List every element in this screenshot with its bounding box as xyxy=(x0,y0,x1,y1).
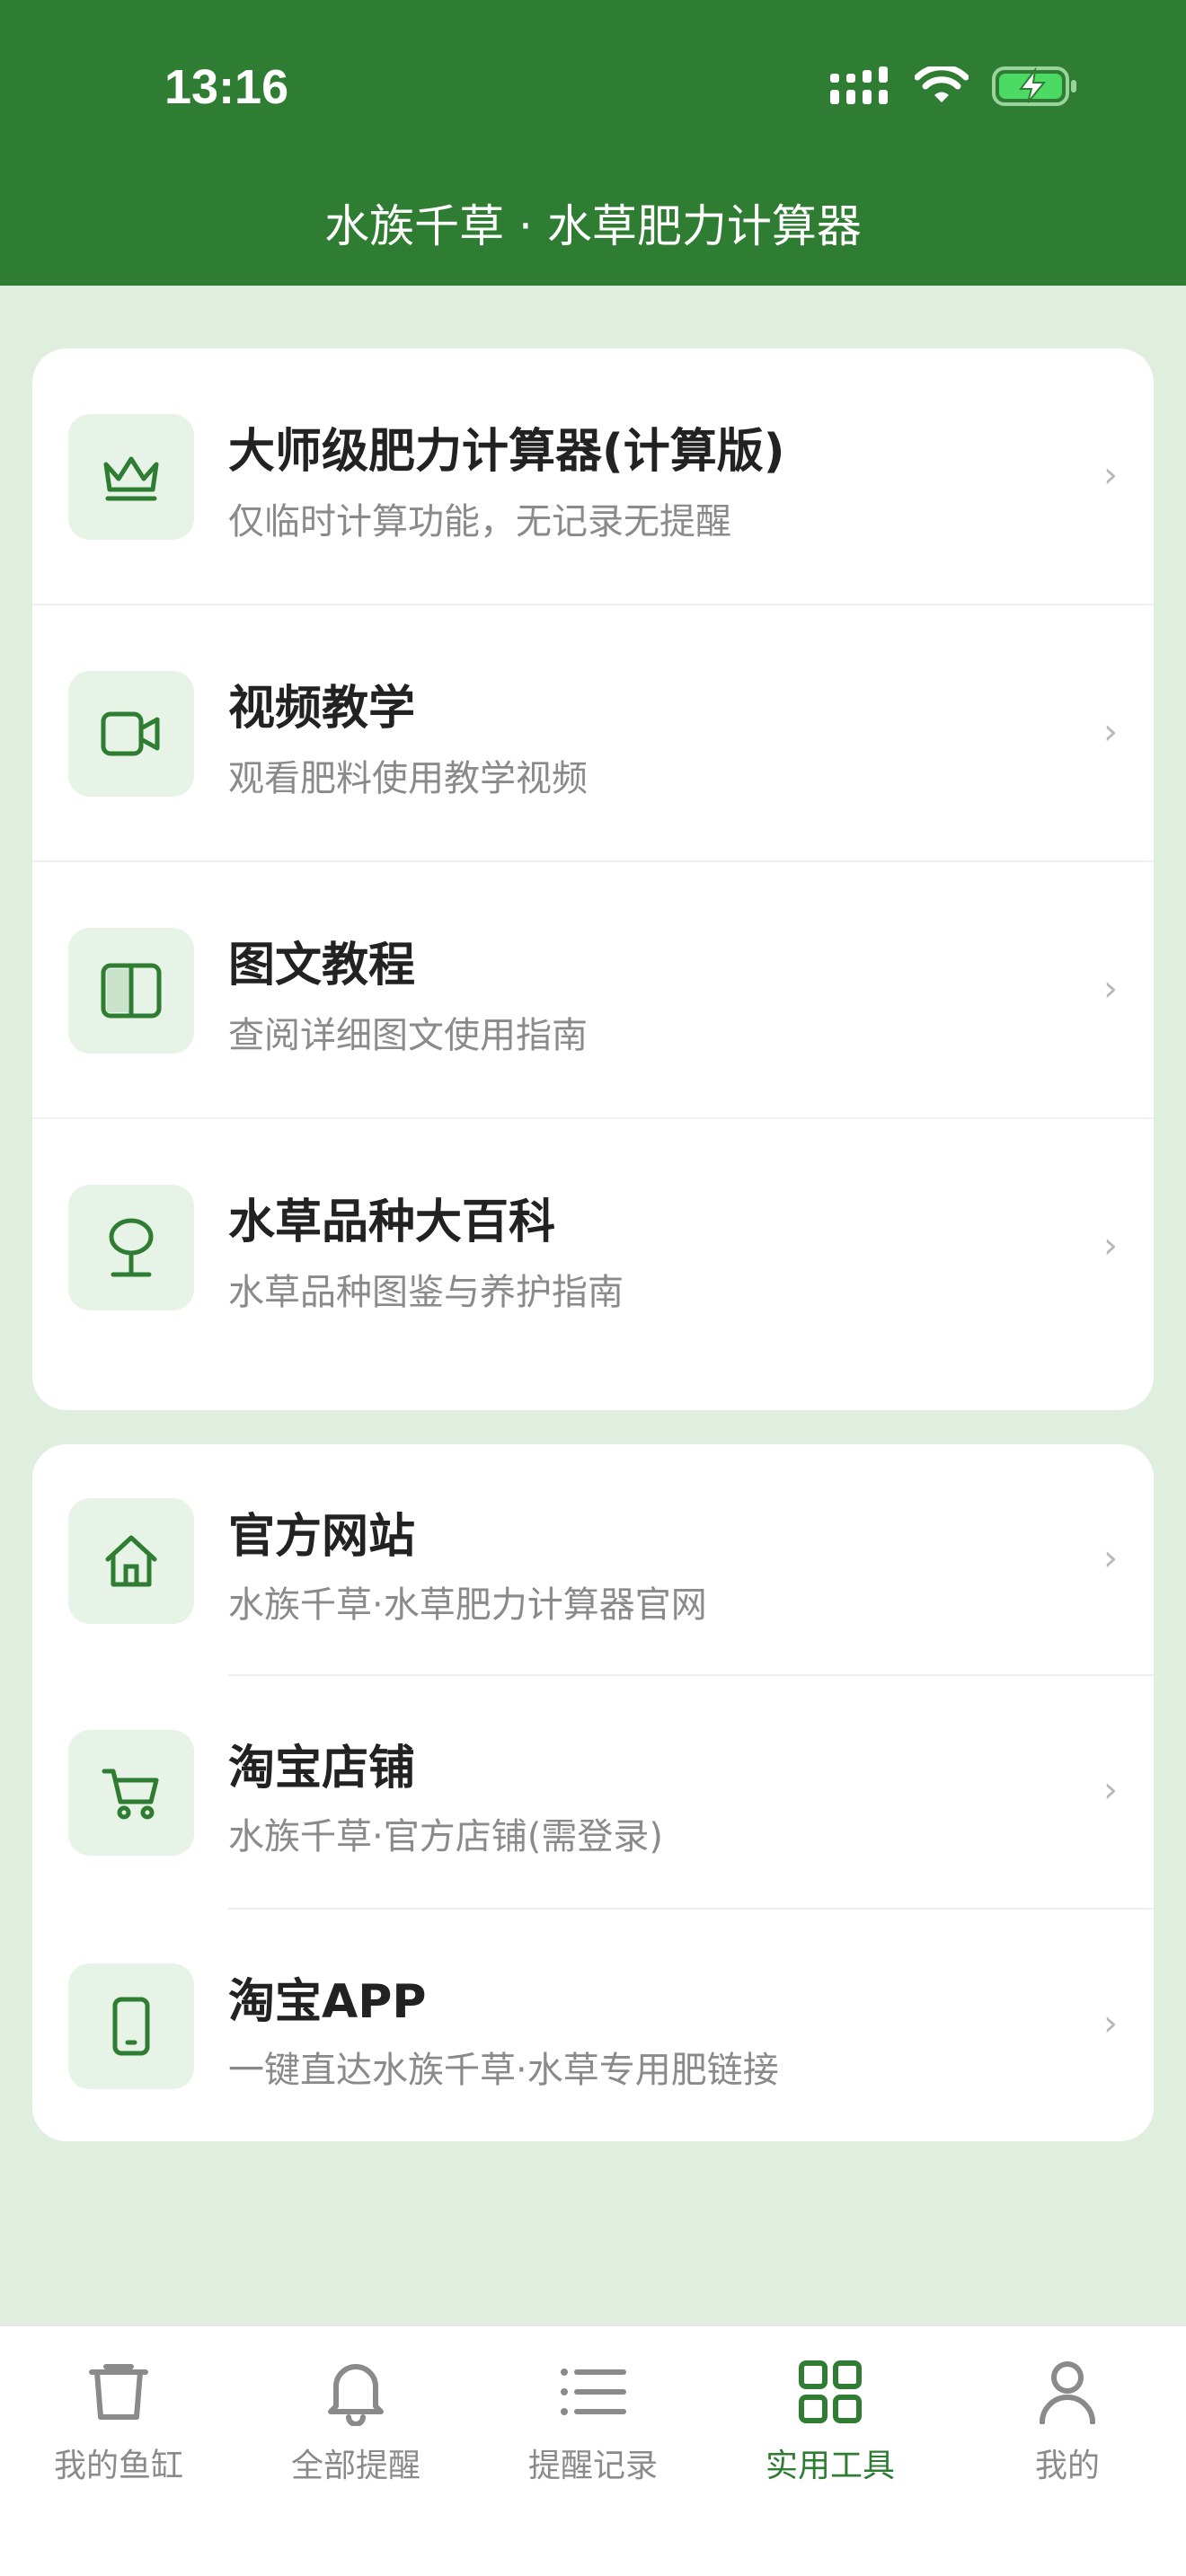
list-icon xyxy=(474,2353,712,2430)
link-item-website[interactable]: 官方网站 水族千草·水草肥力计算器官网 › xyxy=(32,1444,1154,1676)
link-item-taobao-app[interactable]: 淘宝APP 一键直达水族千草·水草专用肥链接 › xyxy=(32,1910,1154,2141)
tab-all-reminders[interactable]: 全部提醒 xyxy=(237,2353,474,2497)
book-icon xyxy=(68,928,194,1054)
link-item-title: 淘宝APP xyxy=(228,1975,427,2029)
tool-item-title: 大师级肥力计算器(计算版) xyxy=(228,425,785,479)
cellular-signal-icon xyxy=(830,66,891,110)
tab-label: 我的 xyxy=(1034,2448,1100,2484)
tab-label: 提醒记录 xyxy=(527,2448,658,2484)
tool-item-subtitle: 仅临时计算功能，无记录无提醒 xyxy=(228,501,731,543)
tool-item-subtitle: 查阅详细图文使用指南 xyxy=(228,1015,588,1056)
tool-item-title: 水草品种大百科 xyxy=(228,1195,556,1249)
battery-charging-icon xyxy=(992,65,1078,111)
plant-icon xyxy=(68,1185,194,1310)
grid-icon xyxy=(712,2353,949,2430)
chevron-right-icon: › xyxy=(1103,711,1118,753)
link-item-title: 淘宝店铺 xyxy=(228,1742,416,1795)
link-item-taobao-store[interactable]: 淘宝店铺 水族千草·官方店铺(需登录) › xyxy=(32,1676,1154,1910)
chevron-right-icon: › xyxy=(1103,2003,1118,2044)
link-item-subtitle: 水族千草·官方店铺(需登录) xyxy=(228,1816,663,1857)
tab-me[interactable]: 我的 xyxy=(949,2353,1186,2497)
app-header: 13:16 水族千草 · 水草肥力计算器 xyxy=(0,0,1186,286)
phone-icon xyxy=(68,1963,194,2089)
bell-icon xyxy=(237,2353,474,2430)
tab-label: 我的鱼缸 xyxy=(53,2448,183,2484)
tab-tools[interactable]: 实用工具 xyxy=(712,2353,949,2497)
video-icon xyxy=(68,671,194,797)
tank-icon xyxy=(0,2353,237,2430)
tool-item-video[interactable]: 视频教学 观看肥料使用教学视频 › xyxy=(32,605,1154,862)
page-title: 水族千草 · 水草肥力计算器 xyxy=(324,200,862,252)
cart-icon xyxy=(68,1730,194,1856)
bottom-tab-bar: 我的鱼缸 全部提醒 提醒记录 实用工具 我的 xyxy=(0,2325,1186,2576)
chevron-right-icon: › xyxy=(1103,1538,1118,1579)
tool-item-subtitle: 水草品种图鉴与养护指南 xyxy=(228,1272,624,1313)
chevron-right-icon: › xyxy=(1103,1769,1118,1811)
tab-my-tank[interactable]: 我的鱼缸 xyxy=(0,2353,237,2497)
home-icon xyxy=(68,1498,194,1624)
tool-item-encyclopedia[interactable]: 水草品种大百科 水草品种图鉴与养护指南 › xyxy=(32,1119,1154,1376)
crown-icon xyxy=(68,414,194,540)
user-icon xyxy=(949,2353,1186,2430)
status-icons xyxy=(830,64,1078,111)
link-item-subtitle: 一键直达水族千草·水草专用肥链接 xyxy=(228,2050,779,2091)
tool-item-title: 视频教学 xyxy=(228,682,416,736)
chevron-right-icon: › xyxy=(1103,1225,1118,1266)
links-card: 官方网站 水族千草·水草肥力计算器官网 › 淘宝店铺 水族千草·官方店铺(需登录… xyxy=(32,1444,1154,2141)
link-item-title: 官方网站 xyxy=(228,1510,416,1564)
tab-reminder-history[interactable]: 提醒记录 xyxy=(474,2353,712,2497)
tool-item-title: 图文教程 xyxy=(228,939,416,992)
wifi-icon xyxy=(914,64,969,110)
tab-label: 全部提醒 xyxy=(290,2448,420,2484)
tools-card: 大师级肥力计算器(计算版) 仅临时计算功能，无记录无提醒 › 视频教学 观看肥料… xyxy=(32,348,1154,1410)
tool-item-calculator[interactable]: 大师级肥力计算器(计算版) 仅临时计算功能，无记录无提醒 › xyxy=(32,348,1154,605)
tool-item-subtitle: 观看肥料使用教学视频 xyxy=(228,758,588,799)
chevron-right-icon: › xyxy=(1103,454,1118,496)
tab-label: 实用工具 xyxy=(765,2448,895,2484)
chevron-right-icon: › xyxy=(1103,968,1118,1010)
tool-item-tutorial[interactable]: 图文教程 查阅详细图文使用指南 › xyxy=(32,862,1154,1119)
status-time: 13:16 xyxy=(164,60,289,114)
link-item-subtitle: 水族千草·水草肥力计算器官网 xyxy=(228,1584,707,1626)
